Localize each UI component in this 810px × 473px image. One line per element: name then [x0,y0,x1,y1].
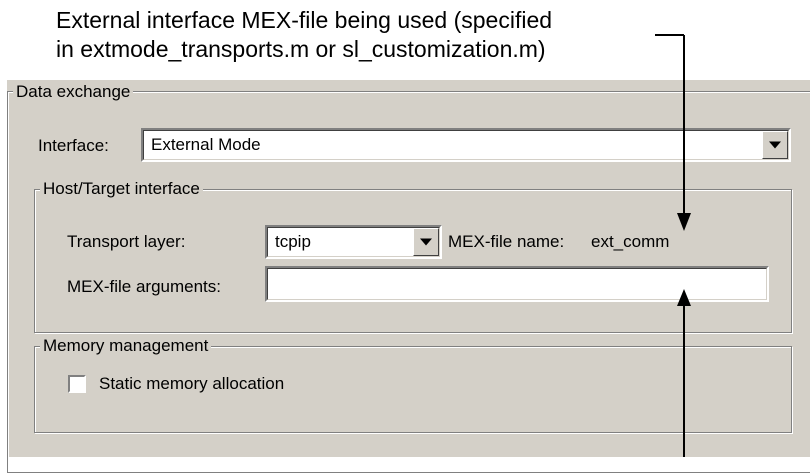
chevron-down-icon [420,238,432,246]
transport-layer-value: tcpip [275,232,311,251]
chevron-down-icon [769,141,781,149]
transport-layer-label: Transport layer: [67,232,186,251]
interface-value: External Mode [151,135,261,154]
interface-label: Interface: [38,136,109,155]
mex-file-arguments-input[interactable] [265,266,769,302]
transport-dropdown-button[interactable] [413,228,439,256]
annotation-line-1: External interface MEX-file being used (… [56,7,553,33]
dialog-panel: Data exchange Interface: External Mode H… [7,80,810,473]
static-memory-allocation-label[interactable]: Static memory allocation [99,374,284,394]
transport-layer-select[interactable]: tcpip [265,225,442,259]
data-exchange-legend: Data exchange [13,82,134,102]
annotation-callout: External interface MEX-file being used (… [56,6,552,64]
static-memory-allocation-checkbox[interactable] [68,375,86,393]
host-target-group [34,189,792,333]
annotation-line-2: in extmode_transports.m or sl_customizat… [56,36,546,62]
memory-management-legend: Memory management [40,336,212,356]
interface-dropdown-button[interactable] [762,131,788,159]
host-target-legend: Host/Target interface [40,179,203,199]
mex-file-name-label: MEX-file name: [448,232,565,251]
interface-combo[interactable]: External Mode [141,128,791,162]
mex-file-name-value: ext_comm [591,232,670,251]
mex-file-arguments-label: MEX-file arguments: [67,277,221,296]
